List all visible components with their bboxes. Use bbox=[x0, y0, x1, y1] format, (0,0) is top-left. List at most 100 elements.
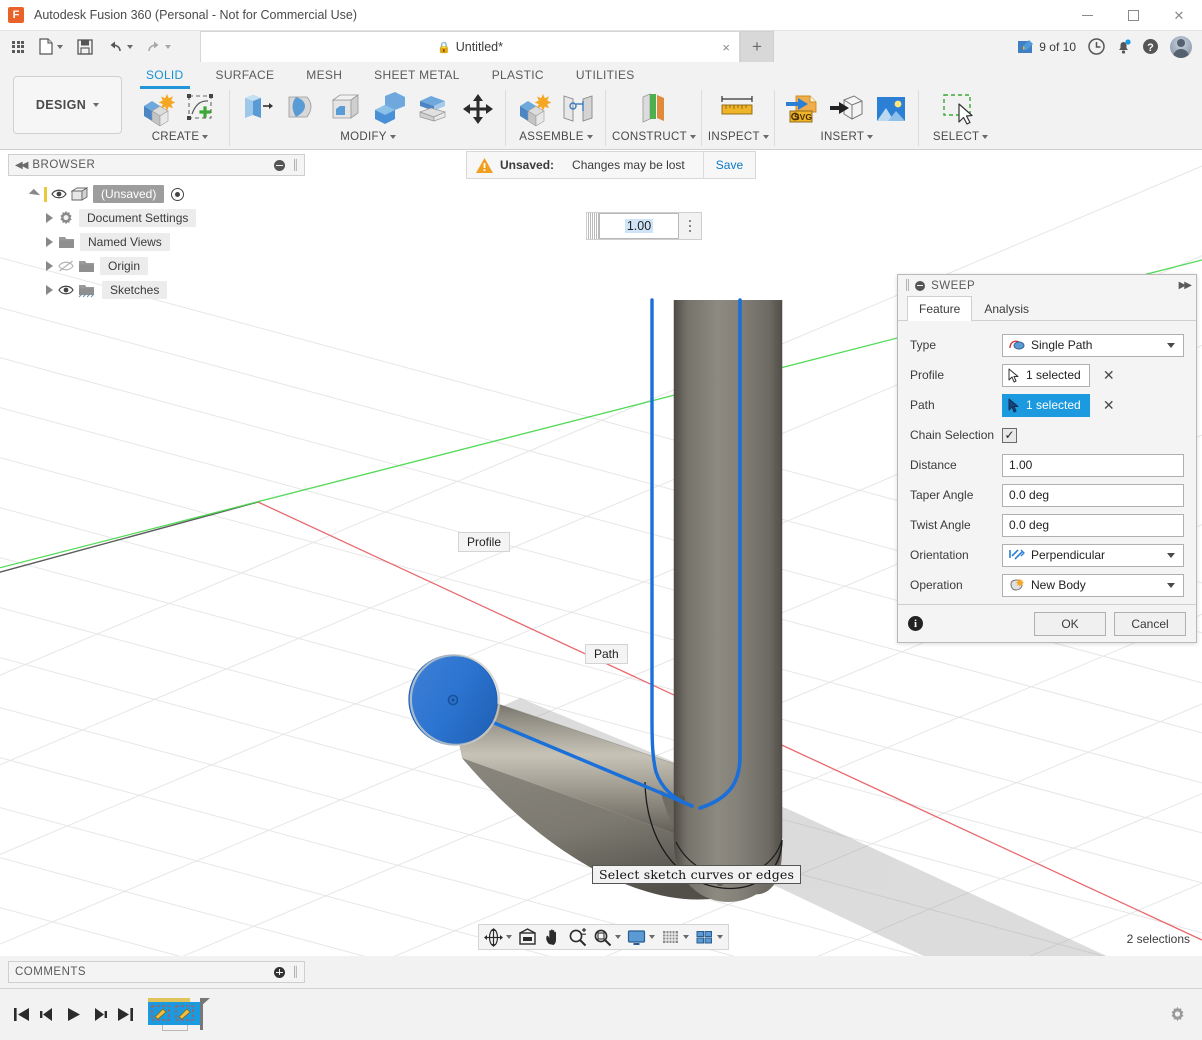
orbit-button[interactable] bbox=[481, 925, 515, 949]
browser-item-named-views[interactable]: Named Views bbox=[8, 230, 305, 254]
trial-counter[interactable]: 9 of 10 bbox=[1009, 31, 1083, 62]
file-menu-button[interactable] bbox=[34, 31, 67, 62]
drag-grip-icon[interactable]: ║ bbox=[904, 280, 910, 291]
close-icon[interactable]: × bbox=[722, 40, 730, 55]
timeline-step-back-button[interactable] bbox=[34, 995, 60, 1035]
display-settings-button[interactable] bbox=[624, 925, 658, 949]
eye-icon[interactable] bbox=[51, 187, 67, 201]
browser-item-sketches[interactable]: Sketches bbox=[8, 278, 305, 302]
pan-button[interactable] bbox=[540, 925, 565, 949]
expand-arrow-icon[interactable] bbox=[29, 188, 40, 199]
tab-sheet-metal[interactable]: SHEET METAL bbox=[358, 64, 476, 86]
expand-arrow-icon[interactable] bbox=[46, 261, 53, 271]
tab-utilities[interactable]: UTILITIES bbox=[560, 64, 651, 86]
expand-arrow-icon[interactable] bbox=[46, 213, 53, 223]
eye-icon[interactable] bbox=[58, 283, 74, 297]
expand-icon[interactable]: ▶▶ bbox=[1179, 280, 1190, 291]
resize-grip-icon[interactable]: ║ bbox=[292, 160, 298, 171]
modify-revolve-button[interactable] bbox=[280, 88, 324, 130]
save-button[interactable] bbox=[73, 31, 97, 62]
expand-arrow-icon[interactable] bbox=[46, 285, 53, 295]
insert-mesh-button[interactable] bbox=[825, 88, 869, 130]
close-button[interactable]: ✕ bbox=[1156, 0, 1202, 31]
notifications-button[interactable] bbox=[1110, 31, 1137, 62]
maximize-button[interactable] bbox=[1110, 0, 1156, 31]
avatar[interactable] bbox=[1170, 36, 1192, 58]
path-select-button[interactable]: 1 selected bbox=[1002, 394, 1090, 417]
type-dropdown[interactable]: Single Path bbox=[1002, 334, 1184, 357]
undo-button[interactable] bbox=[103, 31, 137, 62]
create-sketch-button[interactable] bbox=[180, 88, 224, 130]
twist-angle-input[interactable]: 0.0 deg bbox=[1002, 514, 1184, 537]
timeline-settings-button[interactable] bbox=[1164, 995, 1190, 1035]
modify-shell-button[interactable] bbox=[412, 88, 456, 130]
document-tab-untitled[interactable]: 🔒 Untitled* × bbox=[200, 31, 740, 62]
tab-feature[interactable]: Feature bbox=[907, 296, 972, 321]
insert-canvas-button[interactable] bbox=[869, 88, 913, 130]
job-status-button[interactable] bbox=[1083, 31, 1110, 62]
fit-button[interactable] bbox=[590, 925, 624, 949]
info-icon[interactable]: i bbox=[908, 616, 923, 631]
activate-component-radio[interactable] bbox=[171, 188, 184, 201]
timeline-step-forward-button[interactable] bbox=[86, 995, 112, 1035]
modify-hole-button[interactable] bbox=[324, 88, 368, 130]
new-document-tab-button[interactable]: + bbox=[740, 31, 774, 62]
assemble-joint-button[interactable] bbox=[556, 88, 600, 130]
path-clear-button[interactable]: ✕ bbox=[1102, 397, 1116, 414]
operation-dropdown[interactable]: New Body bbox=[1002, 574, 1184, 597]
timeline-feature-group[interactable] bbox=[148, 1002, 200, 1025]
viewports-button[interactable] bbox=[692, 925, 726, 949]
drag-handle[interactable] bbox=[587, 213, 599, 239]
tab-plastic[interactable]: PLASTIC bbox=[476, 64, 560, 86]
taper-angle-input[interactable]: 0.0 deg bbox=[1002, 484, 1184, 507]
profile-clear-button[interactable]: ✕ bbox=[1102, 367, 1116, 384]
eye-hidden-icon[interactable] bbox=[58, 259, 74, 273]
canvas-distance-field[interactable]: 1.00 bbox=[586, 212, 702, 240]
browser-item-unsaved[interactable]: (Unsaved) bbox=[8, 182, 305, 206]
timeline-go-end-button[interactable] bbox=[112, 995, 138, 1035]
expand-arrow-icon[interactable] bbox=[46, 237, 53, 247]
modify-move-button[interactable] bbox=[456, 88, 500, 130]
inspect-measure-button[interactable] bbox=[716, 88, 760, 130]
workspace-selector[interactable]: DESIGN bbox=[13, 76, 122, 134]
ok-button[interactable]: OK bbox=[1034, 612, 1106, 636]
canvas-distance-input[interactable]: 1.00 bbox=[599, 213, 679, 239]
assemble-new-component-button[interactable] bbox=[512, 88, 556, 130]
tab-solid[interactable]: SOLID bbox=[130, 64, 200, 86]
save-link[interactable]: Save bbox=[703, 152, 755, 178]
profile-select-button[interactable]: 1 selected bbox=[1002, 364, 1090, 387]
more-options-icon[interactable] bbox=[679, 213, 701, 239]
grid-snaps-button[interactable] bbox=[658, 925, 692, 949]
browser-item-origin[interactable]: Origin bbox=[8, 254, 305, 278]
construct-plane-button[interactable] bbox=[632, 88, 676, 130]
tab-surface[interactable]: SURFACE bbox=[200, 64, 291, 86]
chain-selection-checkbox[interactable]: ✓ bbox=[1002, 428, 1017, 443]
distance-input[interactable]: 1.00 bbox=[1002, 454, 1184, 477]
zoom-button[interactable] bbox=[565, 925, 590, 949]
collapse-icon[interactable]: ◀◀ bbox=[15, 160, 26, 171]
orientation-dropdown[interactable]: Perpendicular bbox=[1002, 544, 1184, 567]
resize-grip-icon[interactable]: ║ bbox=[292, 967, 298, 978]
create-new-component-button[interactable] bbox=[136, 88, 180, 130]
redo-button[interactable] bbox=[141, 31, 175, 62]
tab-analysis[interactable]: Analysis bbox=[972, 296, 1041, 321]
show-data-panel-button[interactable] bbox=[8, 31, 28, 62]
look-at-button[interactable] bbox=[515, 925, 540, 949]
add-comment-icon[interactable] bbox=[274, 967, 285, 978]
field-orientation-label: Orientation bbox=[910, 548, 1002, 562]
minimize-button[interactable] bbox=[1064, 0, 1110, 31]
tab-mesh[interactable]: MESH bbox=[290, 64, 358, 86]
timeline-marker-line[interactable] bbox=[200, 998, 203, 1030]
help-button[interactable]: ? bbox=[1137, 31, 1164, 62]
modify-fillet-button[interactable] bbox=[368, 88, 412, 130]
modify-extrude-button[interactable] bbox=[236, 88, 280, 130]
timeline-play-button[interactable] bbox=[60, 995, 86, 1035]
insert-svg-button[interactable]: SVG bbox=[781, 88, 825, 130]
browser-item-document-settings[interactable]: Document Settings bbox=[8, 206, 305, 230]
timeline-go-start-button[interactable] bbox=[8, 995, 34, 1035]
collapse-all-icon[interactable] bbox=[274, 160, 285, 171]
select-tool-button[interactable] bbox=[935, 88, 987, 130]
sweep-dialog-header[interactable]: ║ SWEEP ▶▶ bbox=[898, 275, 1196, 296]
cancel-button[interactable]: Cancel bbox=[1114, 612, 1186, 636]
collapse-icon[interactable] bbox=[915, 281, 925, 291]
